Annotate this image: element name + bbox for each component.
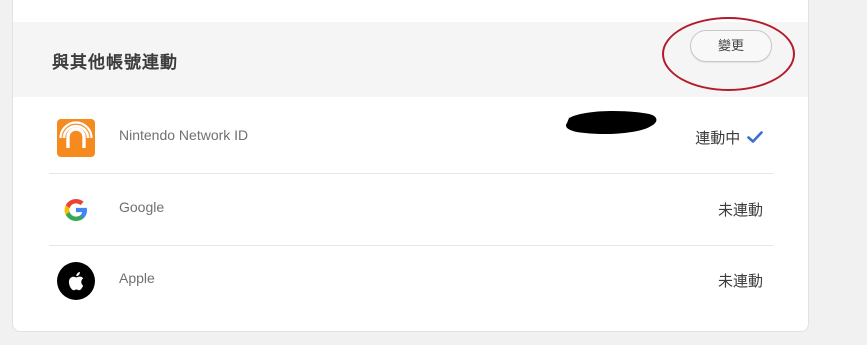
- google-icon: [57, 191, 95, 229]
- service-name: Nintendo Network ID: [119, 127, 249, 143]
- redacted-account-id: [563, 108, 659, 138]
- account-row-nintendo-network-id: Nintendo Network ID 連動中: [49, 102, 773, 174]
- annotation-circle: [662, 17, 795, 91]
- service-name: Google: [119, 199, 165, 215]
- account-row-apple: Apple 未連動: [49, 245, 773, 316]
- apple-icon: [57, 262, 95, 300]
- link-status: 未連動: [718, 270, 763, 291]
- service-name: Apple: [119, 270, 155, 286]
- section-title: 與其他帳號連動: [52, 53, 178, 73]
- account-row-google: Google 未連動: [49, 174, 773, 246]
- nintendo-network-icon: [57, 119, 95, 157]
- check-icon: [747, 130, 763, 148]
- link-status-text: 未連動: [717, 272, 763, 290]
- link-status: 未連動: [718, 199, 763, 220]
- link-status: 連動中: [695, 127, 763, 148]
- link-status-text: 未連動: [717, 201, 763, 219]
- link-status-text: 連動中: [695, 129, 741, 147]
